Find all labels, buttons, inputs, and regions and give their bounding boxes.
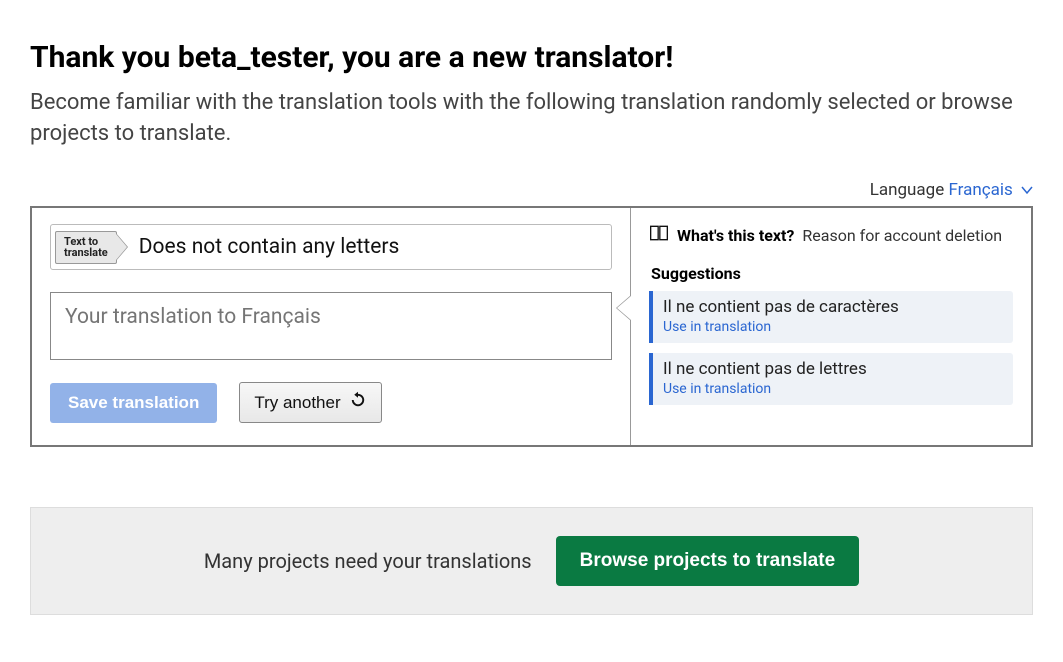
source-text-label: Text to translate <box>55 231 117 264</box>
chevron-down-icon <box>1021 180 1033 200</box>
language-picker-row: Language Français <box>30 180 1033 201</box>
language-select[interactable]: Français <box>948 180 1033 200</box>
undo-icon <box>349 391 367 414</box>
book-icon <box>649 224 669 246</box>
page-subtitle: Become familiar with the translation too… <box>30 88 1033 150</box>
try-another-button[interactable]: Try another <box>239 382 381 423</box>
bottom-cta-bar: Many projects need your translations Bro… <box>30 507 1033 615</box>
use-in-translation-link[interactable]: Use in translation <box>663 381 1003 397</box>
save-button[interactable]: Save translation <box>50 383 217 423</box>
suggestion-item: Il ne contient pas de lettres Use in tra… <box>649 353 1013 405</box>
speech-notch <box>617 296 631 320</box>
translation-panel-left: Text to translate Does not contain any l… <box>32 208 631 445</box>
page-title: Thank you beta_tester, you are a new tra… <box>30 40 1033 76</box>
browse-projects-button[interactable]: Browse projects to translate <box>556 536 860 586</box>
try-another-label: Try another <box>254 393 340 413</box>
context-label: What's this text? <box>677 226 794 245</box>
context-value: Reason for account deletion <box>802 226 1002 245</box>
suggestion-text: Il ne contient pas de lettres <box>663 359 1003 379</box>
use-in-translation-link[interactable]: Use in translation <box>663 319 1003 335</box>
suggestion-text: Il ne contient pas de caractères <box>663 297 1003 317</box>
source-text: Does not contain any letters <box>117 225 611 269</box>
context-row: What's this text? Reason for account del… <box>649 224 1013 246</box>
language-label: Language <box>870 180 945 200</box>
language-current: Français <box>948 180 1012 200</box>
translation-panel-right: What's this text? Reason for account del… <box>631 208 1031 445</box>
source-text-row: Text to translate Does not contain any l… <box>50 224 612 270</box>
translation-panel: Text to translate Does not contain any l… <box>30 206 1033 447</box>
suggestions-title: Suggestions <box>649 264 1013 283</box>
suggestion-item: Il ne contient pas de caractères Use in … <box>649 291 1013 343</box>
bottom-cta-text: Many projects need your translations <box>204 549 532 573</box>
translation-input[interactable] <box>50 292 612 360</box>
